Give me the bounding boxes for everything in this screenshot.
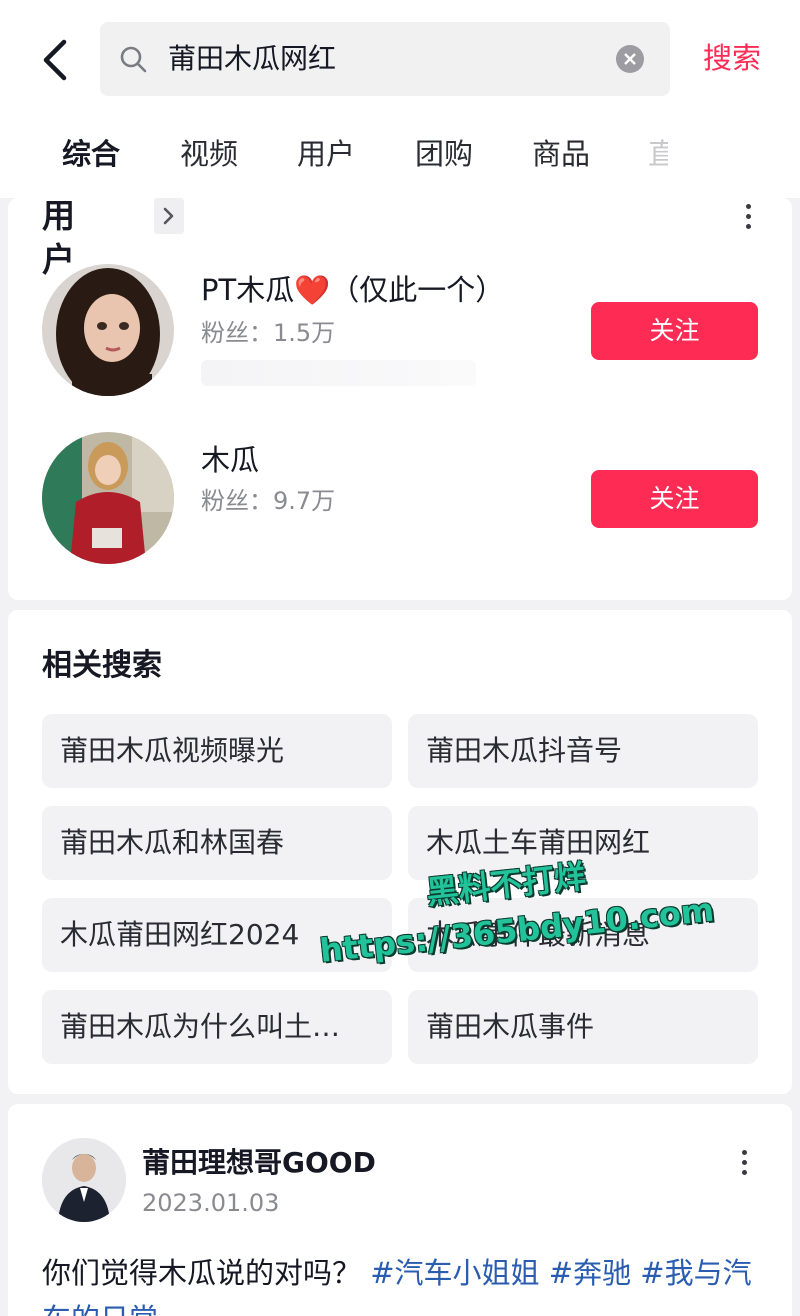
user-fans-count: 粉丝：9.7万 [201, 487, 336, 515]
related-searches-title: 相关搜索 [42, 648, 162, 683]
avatar[interactable] [42, 264, 174, 396]
author-avatar[interactable] [42, 1138, 126, 1222]
user-fans-count: 粉丝：1.5万 [201, 319, 336, 347]
tab-users[interactable]: 用户 [297, 134, 355, 174]
clear-icon[interactable] [616, 45, 644, 73]
post-author[interactable]: 莆田理想哥GOOD [142, 1144, 376, 1182]
related-search-chip[interactable]: 莆田木瓜抖音号 [408, 714, 758, 788]
tab-group-buy[interactable]: 团购 [415, 134, 473, 174]
post-card[interactable]: 莆田理想哥GOOD 2023.01.03 你们觉得木瓜说的对吗？ #汽车小姐姐 … [8, 1104, 792, 1316]
tab-video[interactable]: 视频 [180, 134, 238, 174]
user-name[interactable]: PT木瓜❤️（仅此一个） [201, 270, 504, 310]
user-row[interactable]: 木瓜 粉丝：9.7万 关注 [8, 432, 792, 572]
back-arrow-icon[interactable] [36, 38, 76, 82]
user-name[interactable]: 木瓜 [201, 440, 259, 480]
avatar[interactable] [42, 432, 174, 564]
follow-button[interactable]: 关注 [591, 302, 758, 360]
related-searches-section: 相关搜索 莆田木瓜视频曝光 莆田木瓜抖音号 莆田木瓜和林国春 木瓜土车莆田网红 … [8, 610, 792, 1094]
related-search-chip[interactable]: 莆田木瓜视频曝光 [42, 714, 392, 788]
tab-live-partial[interactable]: 直 [648, 134, 668, 174]
tab-bar: 综合 视频 用户 团购 商品 直 [0, 120, 800, 284]
tab-products[interactable]: 商品 [532, 134, 590, 174]
search-input[interactable]: 莆田木瓜网红 [100, 22, 670, 96]
tab-comprehensive[interactable]: 综合 [62, 134, 120, 174]
search-button[interactable]: 搜索 [703, 38, 761, 78]
search-icon [120, 46, 147, 73]
post-date: 2023.01.03 [142, 1189, 280, 1217]
related-search-chip[interactable]: 莆田木瓜和林国春 [42, 806, 392, 880]
post-more-icon[interactable] [742, 1150, 750, 1180]
more-options-icon[interactable] [746, 204, 754, 234]
top-bar: 莆田木瓜网红 搜索 [0, 0, 800, 120]
blurred-description [201, 360, 476, 386]
search-query[interactable]: 莆田木瓜网红 [168, 40, 336, 78]
related-search-chip[interactable]: 莆田木瓜为什么叫土… [42, 990, 392, 1064]
related-search-chip[interactable]: 莆田木瓜事件 [408, 990, 758, 1064]
post-text[interactable]: 你们觉得木瓜说的对吗？ #汽车小姐姐 #奔驰 #我与汽车的日常 [42, 1250, 762, 1316]
chevron-right-icon[interactable] [154, 198, 184, 234]
users-section: 用户 PT木瓜❤️（仅此一个） 粉丝：1.5万 关注 木瓜 粉丝：9.7万 关注 [8, 196, 792, 600]
follow-button[interactable]: 关注 [591, 470, 758, 528]
post-caption: 你们觉得木瓜说的对吗？ [42, 1256, 362, 1290]
hashtag-link[interactable]: #奔驰 [549, 1256, 631, 1290]
hashtag-link[interactable]: #汽车小姐姐 [370, 1256, 539, 1290]
user-row[interactable]: PT木瓜❤️（仅此一个） 粉丝：1.5万 关注 [8, 264, 792, 404]
